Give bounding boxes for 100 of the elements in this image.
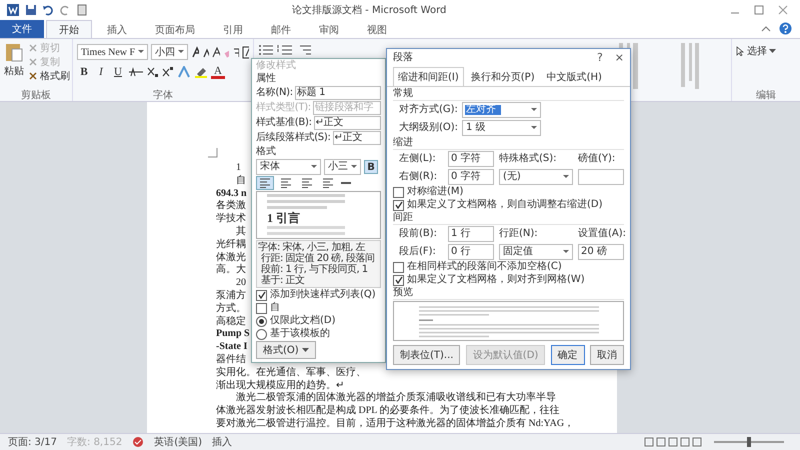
change-case-icon[interactable] [212, 46, 220, 58]
checkbox[interactable]: 在相同样式的段落间不添加空格(C) [393, 261, 624, 273]
ribbon-tab[interactable]: 邮件 [258, 20, 304, 38]
paste-button[interactable]: 粘贴 [4, 41, 24, 88]
special-indent-dropdown[interactable]: (无) [499, 169, 573, 185]
document-text-line: Pump S [216, 328, 250, 342]
document-text-line: 激光二极管泵浦的固体激光器的增益介质泵浦吸收谱线和已有大功率半导 [235, 392, 556, 404]
view-buttons-icon[interactable] [644, 437, 704, 447]
char-border-icon[interactable] [242, 46, 249, 58]
margin-mark-icon [208, 148, 218, 158]
field-label: 后续段落样式(S): [256, 132, 331, 144]
font-color-button[interactable]: A [211, 65, 225, 79]
dialog-tab[interactable]: 中文版式(H) [542, 67, 607, 86]
style-description: 行距: 固定值 20 磅, 段落间 [260, 253, 376, 264]
section-heading: 属性 [256, 73, 277, 85]
space-after-field[interactable]: 0 行 [448, 244, 494, 260]
status-item[interactable]: 插入 [212, 435, 232, 449]
section-heading: 预览 [393, 287, 624, 300]
checkbox[interactable]: 对称缩进(M) [393, 186, 624, 198]
style-field[interactable]: ↵正文 [314, 116, 381, 130]
field-label: 设置值(A): [578, 228, 624, 240]
file-tab[interactable]: 文件 [0, 20, 44, 38]
indent-by-field[interactable] [578, 169, 624, 185]
close-button[interactable]: × [614, 52, 624, 64]
close-icon[interactable] [778, 4, 788, 14]
group-label: 剪贴板 [20, 88, 52, 101]
superscript-icon[interactable] [162, 66, 174, 78]
section-heading: 缩进 [393, 137, 624, 150]
status-item[interactable]: 页面: 3/17 [8, 435, 58, 449]
field-label: 对齐方式(G): [399, 104, 458, 116]
print-preview-icon[interactable] [76, 4, 88, 16]
select-button[interactable]: 选择 [736, 44, 796, 57]
help-button[interactable]: ? [596, 52, 603, 64]
ribbon-tab[interactable]: 开始 [46, 20, 92, 38]
font-dropdown[interactable]: 宋体 [256, 159, 321, 175]
checkmark-icon [394, 276, 402, 284]
style-field[interactable]: 标题 1 [294, 86, 381, 100]
field-label: 名称(N): [256, 87, 293, 99]
checkbox[interactable]: 如果定义了文档网格，则自动调整右缩进(D) [393, 199, 624, 211]
dialog-button[interactable]: 取消 [590, 345, 624, 365]
field-label: 右侧(R): [399, 171, 438, 183]
format-button[interactable]: I [94, 65, 108, 79]
spacing-value-field[interactable]: 20 磅 [578, 244, 624, 260]
checkbox[interactable]: 添加到快速样式列表(Q) [256, 289, 381, 301]
checkbox[interactable]: 如果定义了文档网格，则对齐到网格(W) [393, 274, 624, 286]
style-field[interactable]: ↵正文 [332, 131, 381, 145]
document-text-line: 泵浦方 [216, 290, 246, 302]
field-label: 段前(B): [399, 228, 438, 240]
strikethrough-icon[interactable] [128, 66, 144, 78]
dialog-tab[interactable]: 换行和分页(P) [466, 67, 540, 86]
undo-icon[interactable] [42, 4, 54, 16]
document-text-line: 高稳定 [216, 316, 246, 328]
ribbon-tab[interactable]: 视图 [354, 20, 400, 38]
document-text-line: 方式。 [216, 302, 246, 316]
ribbon-tab[interactable]: 插入 [94, 20, 140, 38]
field-label: 样式基准(B): [256, 117, 312, 129]
ribbon-tab[interactable]: 引用 [210, 20, 256, 38]
checkmark-icon [394, 201, 402, 209]
field-label: 行距(N): [499, 228, 539, 240]
radio-button[interactable]: 仅限此文档(D) [256, 315, 381, 327]
checkbox[interactable]: 自 [256, 302, 381, 314]
ribbon-tab[interactable]: 审阅 [306, 20, 352, 38]
line-spacing-dropdown[interactable]: 固定值 [499, 244, 573, 260]
highlighter-icon[interactable] [194, 66, 208, 78]
size-dropdown[interactable]: 小三 [324, 159, 361, 175]
redo-icon[interactable] [59, 4, 71, 16]
dialog-tab[interactable]: 缩进和间距(I) [393, 67, 464, 86]
space-before-field[interactable]: 1 行 [448, 226, 494, 242]
document-text-line: 1 [235, 162, 241, 175]
proofing-icon[interactable] [132, 436, 144, 448]
left-indent-field[interactable]: 0 字符 [448, 151, 494, 167]
ribbon-tab[interactable]: 页面布局 [142, 20, 208, 38]
right-indent-field[interactable]: 0 字符 [448, 169, 494, 185]
clipboard-button[interactable]: 格式刷 [28, 69, 70, 82]
font-size-field[interactable]: 小四 [151, 44, 188, 60]
save-icon[interactable] [25, 4, 37, 16]
document-text-line: 694.3 n [216, 188, 247, 200]
style-description: 段前: 1 行, 与下段同页, 1 [260, 264, 369, 275]
dialog-button[interactable]: 确定 [550, 345, 585, 365]
shrink-font-icon[interactable] [202, 46, 209, 58]
dialog-button[interactable]: 制表位(T)... [393, 345, 460, 365]
format-menu-button[interactable]: 格式(O) [256, 341, 316, 359]
format-button[interactable]: U [111, 65, 125, 79]
field-label: 段后(F): [399, 246, 437, 258]
outline-level-dropdown[interactable]: 1 级 [462, 120, 542, 136]
radio-button[interactable]: 基于该模板的 [256, 328, 381, 340]
clipboard-icon [4, 41, 24, 63]
help-icon[interactable] [779, 22, 792, 35]
align-button[interactable] [256, 176, 274, 190]
bullets-icon[interactable] [258, 44, 274, 56]
grow-font-icon[interactable] [191, 46, 199, 58]
font-name-field[interactable]: Times New F [77, 44, 148, 60]
field-label: 特殊格式(S): [499, 153, 558, 165]
numbering-icon[interactable] [277, 44, 293, 56]
subscript-icon[interactable] [147, 66, 159, 78]
status-item[interactable]: 英语(美国) [154, 435, 202, 449]
bold-button[interactable]: B [364, 160, 378, 174]
collapse-ribbon-icon[interactable] [761, 24, 771, 32]
maximize-icon[interactable] [754, 4, 764, 14]
format-button[interactable]: B [77, 65, 91, 79]
